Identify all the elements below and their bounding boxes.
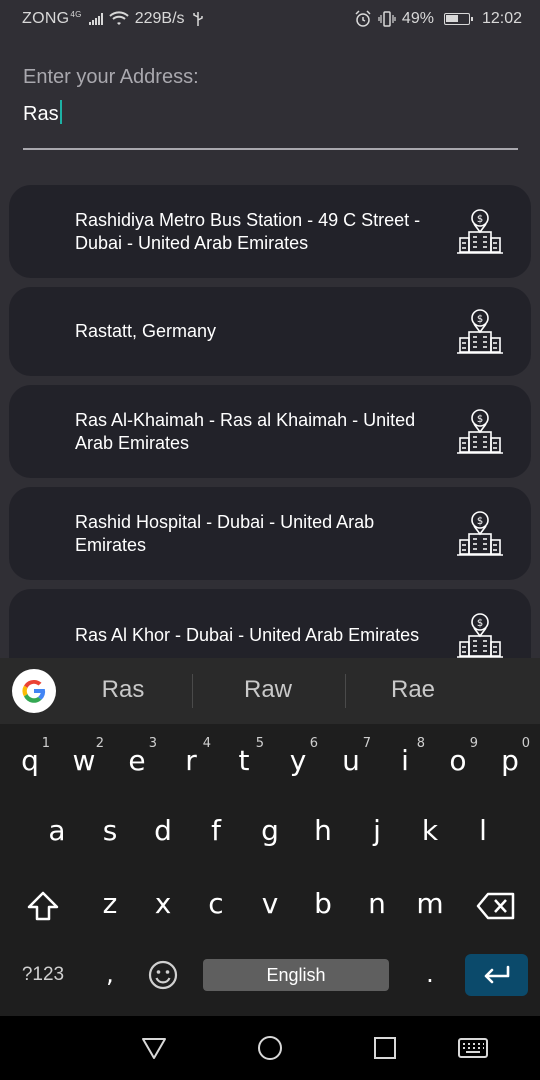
battery-percent: 49% bbox=[401, 10, 434, 27]
key-k[interactable]: k bbox=[404, 801, 456, 861]
symbols-key[interactable]: ?123 bbox=[10, 955, 76, 995]
backspace-key[interactable] bbox=[470, 876, 522, 936]
suggestion-item[interactable]: Rashidiya Metro Bus Station - 49 C Stree… bbox=[9, 185, 531, 278]
key-b[interactable]: b bbox=[297, 874, 349, 934]
key-f[interactable]: f bbox=[190, 801, 242, 861]
app-screen: ZONG4G 229B/s 49% 12:02 Enter your Addre… bbox=[0, 0, 540, 1080]
key-w[interactable]: w2 bbox=[58, 731, 110, 791]
data-speed: 229B/s bbox=[134, 10, 185, 27]
word-suggestion-strip: Ras Raw Rae bbox=[0, 658, 540, 724]
emoji-icon bbox=[148, 960, 178, 990]
backspace-icon bbox=[476, 892, 515, 920]
network-type: 4G bbox=[70, 10, 82, 19]
key-g[interactable]: g bbox=[244, 801, 296, 861]
key-a[interactable]: a bbox=[31, 801, 83, 861]
key-r[interactable]: r4 bbox=[165, 731, 217, 791]
signal-icon bbox=[88, 13, 103, 25]
google-g-icon[interactable] bbox=[12, 669, 56, 713]
suggestion-text: Rastatt, Germany bbox=[75, 321, 217, 341]
carrier-name: ZONG4G bbox=[22, 10, 82, 27]
home-icon[interactable] bbox=[255, 1034, 285, 1062]
address-label: Enter your Address: bbox=[23, 66, 199, 88]
word-suggestion-1[interactable]: Ras bbox=[53, 676, 193, 704]
suggestion-text: Rashid Hospital - Dubai - United Arab Em… bbox=[75, 511, 375, 555]
address-input[interactable]: Ras bbox=[23, 100, 518, 150]
building-location-icon: $ bbox=[457, 612, 503, 658]
text-cursor bbox=[59, 100, 62, 124]
shift-key[interactable] bbox=[18, 876, 68, 936]
key-c[interactable]: c bbox=[190, 874, 242, 934]
soft-keyboard: Ras Raw Rae q1 w2 e3 r4 t5 y6 u7 i8 o9 p… bbox=[0, 658, 540, 1016]
suggestion-item[interactable]: Rashid Hospital - Dubai - United Arab Em… bbox=[9, 487, 531, 580]
shift-icon bbox=[27, 891, 59, 921]
suggestion-divider bbox=[192, 674, 193, 708]
key-q[interactable]: q1 bbox=[4, 731, 56, 791]
key-y[interactable]: y6 bbox=[272, 731, 324, 791]
svg-text:$: $ bbox=[477, 314, 483, 325]
key-t[interactable]: t5 bbox=[218, 731, 270, 791]
building-location-icon: $ bbox=[457, 308, 503, 354]
key-comma[interactable]: , bbox=[84, 944, 136, 1004]
suggestion-item[interactable]: Rastatt, Germany $ bbox=[9, 287, 531, 376]
svg-text:$: $ bbox=[477, 414, 483, 425]
key-n[interactable]: n bbox=[351, 874, 403, 934]
svg-text:$: $ bbox=[477, 618, 483, 629]
suggestion-text: Rashidiya Metro Bus Station - 49 C Stree… bbox=[75, 209, 421, 253]
svg-text:$: $ bbox=[477, 214, 483, 225]
usb-icon bbox=[192, 12, 203, 26]
key-p[interactable]: p0 bbox=[484, 731, 536, 791]
emoji-key[interactable] bbox=[140, 955, 186, 995]
suggestion-item[interactable]: Ras Al-Khaimah - Ras al Khaimah - United… bbox=[9, 385, 531, 478]
address-value: Ras bbox=[23, 103, 59, 125]
word-suggestion-2[interactable]: Raw bbox=[198, 676, 338, 704]
clock: 12:02 bbox=[481, 10, 522, 27]
back-icon[interactable] bbox=[139, 1034, 169, 1062]
enter-key[interactable] bbox=[465, 954, 528, 996]
status-right: 49% 12:02 bbox=[354, 10, 522, 28]
wifi-icon bbox=[109, 11, 129, 25]
building-location-icon: $ bbox=[457, 408, 503, 454]
key-u[interactable]: u7 bbox=[325, 731, 377, 791]
building-location-icon: $ bbox=[457, 510, 503, 556]
key-x[interactable]: x bbox=[137, 874, 189, 934]
building-location-icon: $ bbox=[457, 208, 503, 254]
key-z[interactable]: z bbox=[84, 874, 136, 934]
key-period[interactable]: . bbox=[404, 944, 456, 1004]
svg-text:$: $ bbox=[477, 516, 483, 527]
key-s[interactable]: s bbox=[84, 801, 136, 861]
navigation-bar bbox=[0, 1016, 540, 1080]
key-j[interactable]: j bbox=[351, 801, 403, 861]
word-suggestion-3[interactable]: Rae bbox=[343, 676, 483, 704]
suggestion-list: Rashidiya Metro Bus Station - 49 C Stree… bbox=[9, 185, 531, 691]
recents-icon[interactable] bbox=[370, 1034, 400, 1062]
key-o[interactable]: o9 bbox=[432, 731, 484, 791]
suggestion-text: Ras Al Khor - Dubai - United Arab Emirat… bbox=[75, 625, 420, 645]
key-h[interactable]: h bbox=[297, 801, 349, 861]
key-l[interactable]: l bbox=[457, 801, 509, 861]
key-d[interactable]: d bbox=[137, 801, 189, 861]
alarm-icon bbox=[355, 10, 371, 27]
status-left: ZONG4G 229B/s bbox=[22, 10, 205, 28]
status-bar: ZONG4G 229B/s 49% 12:02 bbox=[0, 0, 540, 38]
battery-icon bbox=[443, 13, 473, 25]
space-bar[interactable]: English bbox=[203, 959, 389, 991]
key-e[interactable]: e3 bbox=[111, 731, 163, 791]
keyboard-switch-icon[interactable] bbox=[456, 1034, 490, 1062]
key-v[interactable]: v bbox=[244, 874, 296, 934]
vibrate-icon bbox=[378, 11, 396, 27]
enter-icon bbox=[484, 965, 509, 984]
key-i[interactable]: i8 bbox=[379, 731, 431, 791]
key-m[interactable]: m bbox=[404, 874, 456, 934]
suggestion-text: Ras Al-Khaimah - Ras al Khaimah - United… bbox=[75, 409, 416, 453]
